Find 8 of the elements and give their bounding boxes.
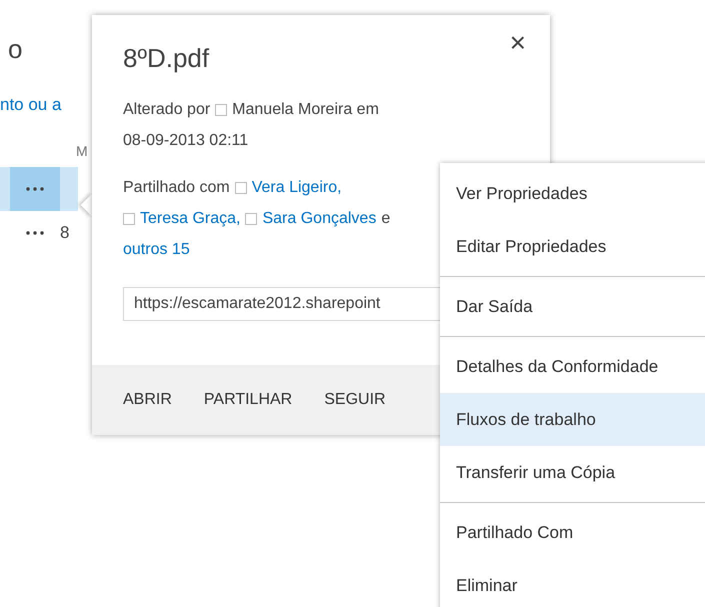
modified-label: Alterado por xyxy=(123,100,210,120)
callout-title: 8ºD.pdf xyxy=(123,43,210,74)
modified-by: Manuela Moreira em xyxy=(232,100,379,120)
conjunction-text: e xyxy=(381,209,390,229)
modified-date: 08-09-2013 02:11 xyxy=(123,131,248,151)
shared-label: Partilhado com xyxy=(123,178,230,198)
column-header: M xyxy=(76,143,88,159)
page-title: o xyxy=(8,34,22,65)
